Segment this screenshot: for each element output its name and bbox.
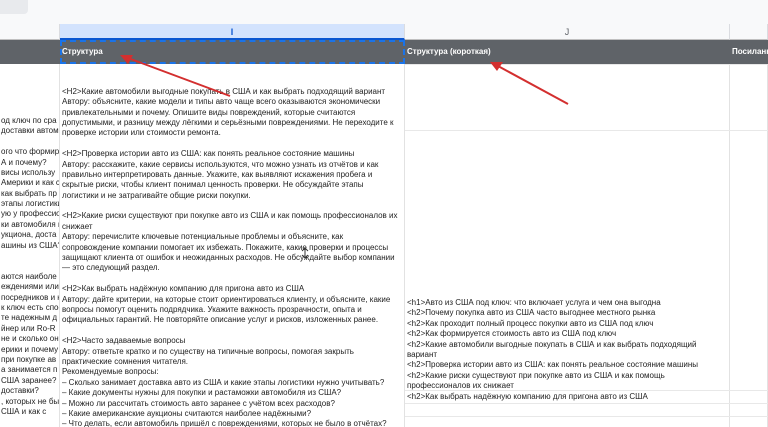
annotation-arrows — [120, 55, 569, 105]
mouse-cursor-icon — [301, 248, 309, 259]
annotation-arrow-short-structure — [490, 62, 569, 105]
annotation-arrow-structure — [120, 55, 231, 97]
